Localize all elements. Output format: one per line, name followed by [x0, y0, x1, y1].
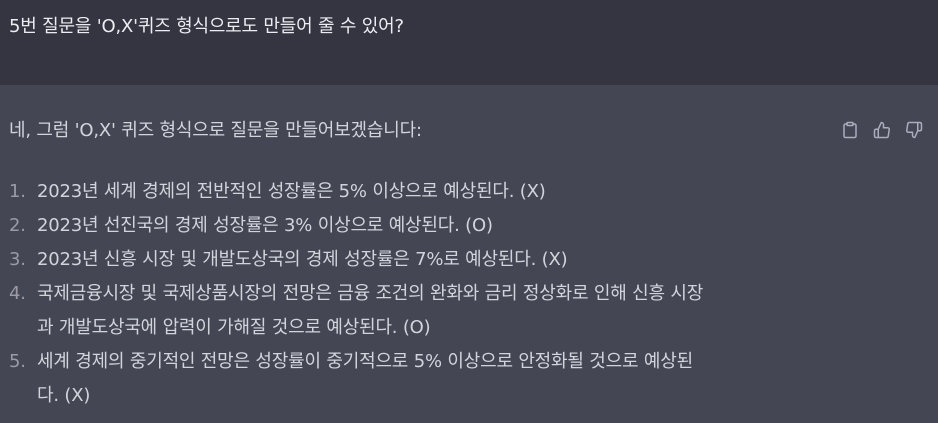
quiz-list: 1. 2023년 세계 경제의 전반적인 성장률은 5% 이상으로 예상된다. …: [9, 175, 909, 413]
thumbs-down-icon: [906, 121, 923, 139]
list-item-number: 5.: [9, 351, 26, 372]
list-item-text-line: 세계 경제의 중기적인 전망은 성장률이 중기적으로 5% 이상으로 안정화될 …: [37, 351, 693, 372]
list-item: 3. 2023년 신흥 시장 및 개발도상국의 경제 성장률은 7%로 예상된다…: [9, 243, 909, 277]
list-item-text-line: 다. (X): [37, 385, 91, 406]
assistant-intro-text: 네, 그럼 'O,X' 퀴즈 형식으로 질문을 만들어보겠습니다:: [9, 120, 422, 141]
list-item-text-line: 국제금융시장 및 국제상품시장의 전망은 금융 조건의 완화와 금리 정상화로 …: [37, 283, 704, 304]
list-item-text: 2023년 선진국의 경제 성장률은 3% 이상으로 예상된다. (O): [37, 215, 493, 236]
list-item: 4. 국제금융시장 및 국제상품시장의 전망은 금융 조건의 완화와 금리 정상…: [9, 277, 909, 345]
list-item-number: 2.: [9, 215, 26, 236]
user-message-text: 5번 질문을 'O,X'퀴즈 형식으로도 만들어 줄 수 있어?: [9, 16, 404, 37]
list-item-number: 1.: [9, 181, 26, 202]
list-item: 2. 2023년 선진국의 경제 성장률은 3% 이상으로 예상된다. (O): [9, 209, 909, 243]
like-button[interactable]: [870, 118, 894, 142]
list-item-number: 4.: [9, 283, 26, 304]
chat-page: 5번 질문을 'O,X'퀴즈 형식으로도 만들어 줄 수 있어? 네, 그럼 '…: [0, 0, 938, 423]
list-item: 1. 2023년 세계 경제의 전반적인 성장률은 5% 이상으로 예상된다. …: [9, 175, 909, 209]
message-actions: [838, 118, 926, 142]
list-item-text: 세계 경제의 중기적인 전망은 성장률이 중기적으로 5% 이상으로 안정화될 …: [37, 345, 837, 413]
list-item-text: 2023년 세계 경제의 전반적인 성장률은 5% 이상으로 예상된다. (X): [37, 181, 546, 202]
assistant-message-block: 네, 그럼 'O,X' 퀴즈 형식으로 질문을 만들어보겠습니다: 1. 202…: [0, 85, 938, 423]
clipboard-icon: [843, 121, 857, 139]
dislike-button[interactable]: [902, 118, 926, 142]
user-message-block: 5번 질문을 'O,X'퀴즈 형식으로도 만들어 줄 수 있어?: [0, 0, 938, 85]
list-item-number: 3.: [9, 249, 26, 270]
list-item-text: 2023년 신흥 시장 및 개발도상국의 경제 성장률은 7%로 예상된다. (…: [37, 249, 568, 270]
list-item-text: 국제금융시장 및 국제상품시장의 전망은 금융 조건의 완화와 금리 정상화로 …: [37, 277, 837, 345]
list-item-text-line: 과 개발도상국에 압력이 가해질 것으로 예상된다. (O): [37, 317, 431, 338]
list-item: 5. 세계 경제의 중기적인 전망은 성장률이 중기적으로 5% 이상으로 안정…: [9, 345, 909, 413]
thumbs-up-icon: [873, 121, 890, 139]
copy-button[interactable]: [838, 118, 862, 142]
